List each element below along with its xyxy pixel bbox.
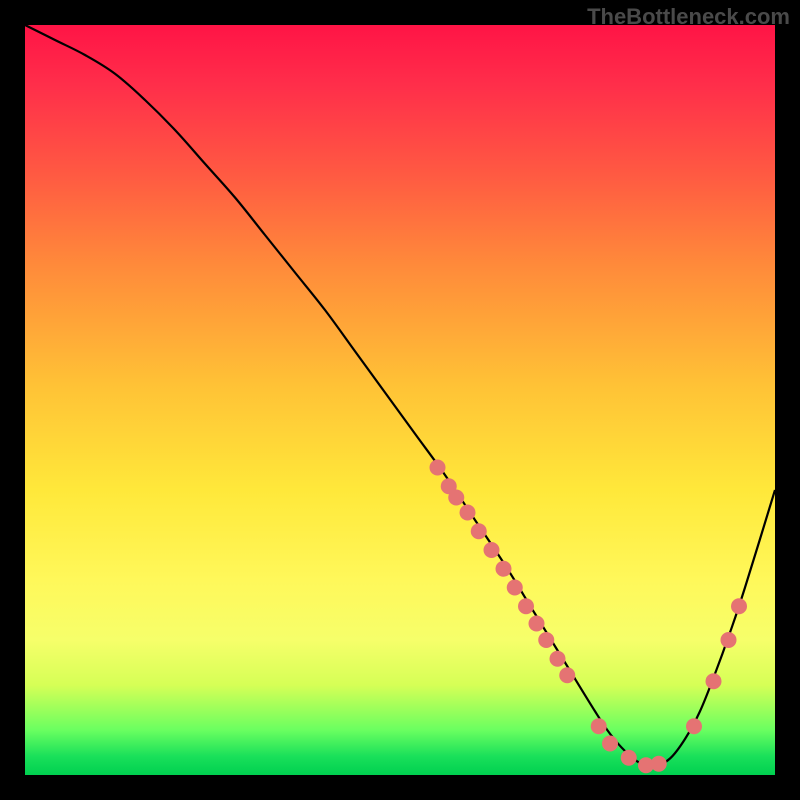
data-marker <box>484 542 500 558</box>
data-marker <box>621 750 637 766</box>
data-marker <box>721 632 737 648</box>
data-marker <box>686 718 702 734</box>
data-marker <box>731 598 747 614</box>
chart-overlay <box>25 25 775 775</box>
watermark-text: TheBottleneck.com <box>587 4 790 30</box>
data-marker <box>496 561 512 577</box>
chart-frame: TheBottleneck.com <box>0 0 800 800</box>
data-marker <box>507 580 523 596</box>
data-marker <box>538 632 554 648</box>
data-marker <box>559 667 575 683</box>
data-marker <box>602 736 618 752</box>
data-marker <box>471 523 487 539</box>
data-marker <box>518 598 534 614</box>
data-marker <box>460 505 476 521</box>
data-markers <box>430 460 748 774</box>
bottleneck-curve <box>25 25 775 766</box>
plot-area <box>25 25 775 775</box>
data-marker <box>550 651 566 667</box>
data-marker <box>448 490 464 506</box>
data-marker <box>591 718 607 734</box>
data-marker <box>706 673 722 689</box>
data-marker <box>430 460 446 476</box>
data-marker <box>651 756 667 772</box>
data-marker <box>529 616 545 632</box>
